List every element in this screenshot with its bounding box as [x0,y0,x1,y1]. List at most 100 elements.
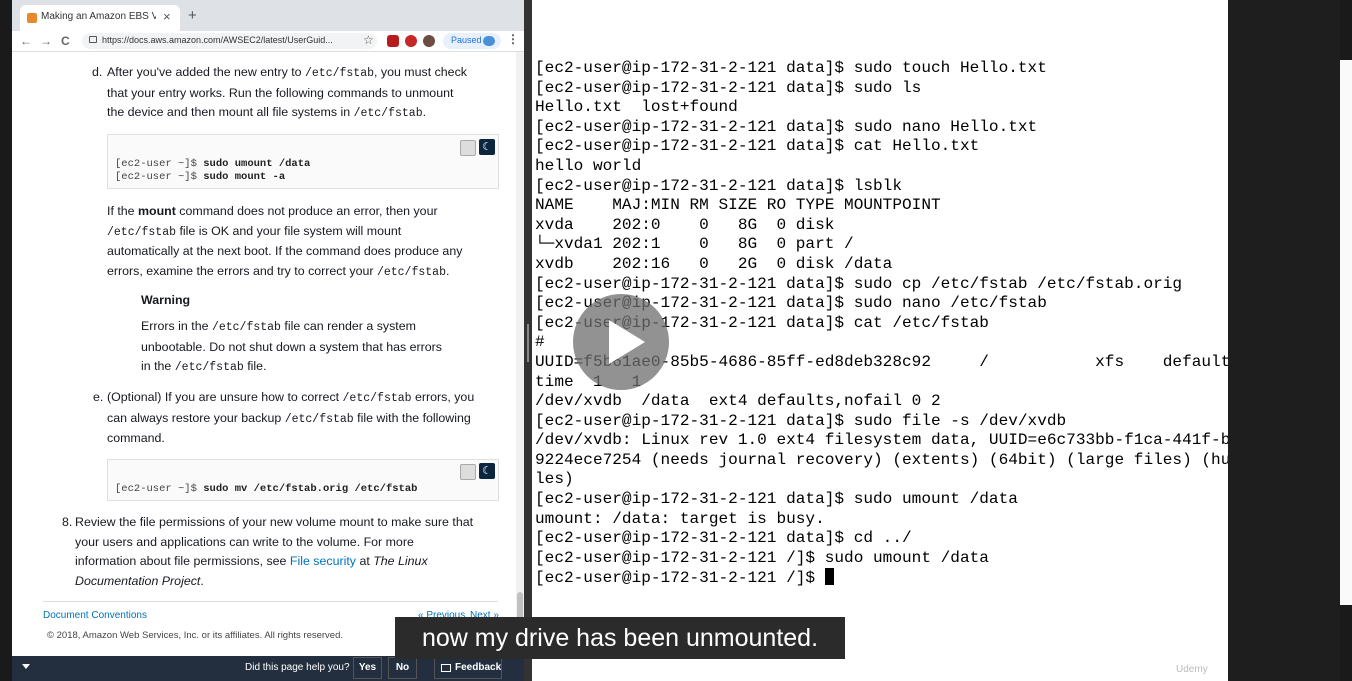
browser-window: Making an Amazon EBS Volum × + ← → C htt… [12,0,524,681]
step-d-line1-end: , you must check [374,65,467,79]
terminal-window[interactable]: [ec2-user@ip-172-31-2-121 data]$ sudo to… [532,0,1228,681]
code-block-1: ☾ [ec2-user ~]$ sudo umount /data [ec2-u… [107,134,499,189]
feedback-question: Did this page help you? [245,662,350,673]
video-caption: now my drive has been unmounted. [395,617,845,659]
code-command: sudo mount -a [203,171,286,183]
back-icon[interactable]: ← [20,33,32,49]
fstab-code: /etc/fstab [211,321,281,334]
step-d-line3: the device and then mount all file syste… [107,105,354,119]
text: automatically at the next boot. If the c… [107,244,463,258]
terminal-line: Hello.txt lost+found [535,98,738,117]
code-prompt: [ec2-user ~]$ [115,158,204,170]
document-conventions-link[interactable]: Document Conventions [43,610,147,621]
copyright: © 2018, Amazon Web Services, Inc. or its… [47,630,344,641]
profile-avatar-icon [483,36,495,46]
profile-paused-button[interactable]: Paused [443,33,501,49]
terminal-line: [ec2-user@ip-172-31-2-121 data]$ sudo to… [535,59,1047,77]
address-bar[interactable]: https://docs.aws.amazon.com/AWSEC2/lates… [82,33,377,49]
file-security-link[interactable]: File security [290,554,356,568]
divider-handle[interactable] [527,324,529,362]
browser-toolbar: ← → C https://docs.aws.amazon.com/AWSEC2… [12,31,524,52]
tab-title: Making an Amazon EBS Volum [41,11,156,22]
step-d-text: After you've added the new entry to /etc… [107,63,507,124]
tab-close-icon[interactable]: × [163,9,171,24]
terminal-line: [ec2-user@ip-172-31-2-121 /]$ [535,568,1228,588]
terminal-line: umount: /data: target is busy. [535,509,825,528]
terminal-cursor [824,568,834,586]
video-play-button[interactable] [573,294,669,390]
text: . [200,573,204,588]
text: file is OK and your file system will mou… [176,223,402,238]
text: can always restore your backup [107,410,285,425]
text: unbootable. Do not shut down a system th… [141,339,442,354]
text: information about file permissions, see [75,554,290,568]
doc-content: d. After you've added the new entry to /… [12,52,516,656]
terminal-line: [ec2-user@ip-172-31-2-121 data]$ cd ../ [535,529,912,548]
copy-icon[interactable] [460,140,476,156]
code-command: sudo mv /etc/fstab.orig /etc/fstab [203,483,418,495]
step-8-marker: 8. [62,515,73,529]
text: Documentation Project [75,573,201,588]
text: at [356,554,374,568]
step-8-text: Review the file permissions of your new … [75,513,515,591]
terminal-line: xvdb 202:16 0 2G 0 disk /data [535,254,893,273]
no-button[interactable]: No [388,657,417,679]
feedback-label: Feedback [455,662,502,673]
code-line: [ec2-user ~]$ sudo mv /etc/fstab.orig /e… [115,483,417,496]
code-line: [ec2-user ~]$ sudo umount /data [115,158,310,171]
text: errors, examine the errors and try to co… [107,263,377,278]
mail-icon [441,664,451,672]
code-prompt: [ec2-user ~]$ [115,483,204,495]
text: Review the file permissions of your new … [75,515,474,529]
terminal-line: [ec2-user@ip-172-31-2-121 data]$ sudo fi… [535,411,1067,430]
text: in the [141,359,175,373]
forward-icon[interactable]: → [40,33,52,49]
dark-mode-icon[interactable]: ☾ [479,463,495,479]
text: (Optional) If you are unsure how to corr… [107,390,343,404]
tab-strip: Making an Amazon EBS Volum × + [12,0,524,31]
bookmark-star-icon[interactable]: ☆ [363,33,374,47]
doc-scrollbar[interactable] [516,52,524,656]
browser-tab[interactable]: Making an Amazon EBS Volum × [20,5,180,31]
fstab-code: /etc/fstab [284,412,354,426]
udemy-watermark: Udemy [1176,664,1208,675]
new-tab-icon[interactable]: + [188,8,197,23]
terminal-line: 9224ece7254 (needs journal recovery) (ex… [535,450,1228,469]
fstab-code: /etc/fstab [342,392,412,405]
mount-paragraph: If the mount command does not produce an… [107,202,507,282]
code-command: sudo umount /data [203,158,311,170]
warning-title: Warning [141,293,191,307]
step-e-marker: e. [93,390,104,404]
text: The Linux [373,554,428,568]
terminal-line: [ec2-user@ip-172-31-2-121 data]$ sudo na… [535,117,1038,136]
terminal-line: [ec2-user@ip-172-31-2-121 /]$ sudo umoun… [535,548,989,567]
terminal-line: [ec2-user@ip-172-31-2-121 data]$ sudo um… [535,490,1018,509]
url-text: https://docs.aws.amazon.com/AWSEC2/lates… [102,35,333,45]
yes-button[interactable]: Yes [353,657,382,679]
reload-icon[interactable]: C [61,33,70,49]
text: If the [107,204,138,218]
step-d-marker: d. [92,65,103,79]
lock-icon [89,36,97,43]
step-d-line3-end: . [422,105,427,119]
collapse-icon[interactable] [22,664,30,669]
extension-icon-1[interactable] [387,35,399,47]
terminal-line: [ec2-user@ip-172-31-2-121 data]$ sudo cp… [535,274,1183,293]
extension-icon-2[interactable] [405,35,417,47]
terminal-line: └─xvda1 202:1 0 8G 0 part / [535,235,854,254]
browser-menu-icon[interactable]: ⋮ [507,32,519,46]
fstab-code: /etc/fstab [174,361,244,374]
split-divider[interactable] [524,0,532,681]
paused-label: Paused [451,35,482,45]
copy-icon[interactable] [460,464,476,480]
fstab-code: /etc/fstab [376,265,446,279]
text: your users and applications can write to… [75,534,414,549]
extension-icon-3[interactable] [423,35,435,47]
divider [43,601,498,602]
step-d-line1: After you've added the new entry to [107,65,305,79]
warning-body: Errors in the /etc/fstab file can render… [141,317,511,378]
fstab-code: /etc/fstab [304,67,374,80]
feedback-button[interactable]: Feedback [434,657,502,679]
text: file with the following [353,410,471,425]
dark-mode-icon[interactable]: ☾ [479,139,495,155]
